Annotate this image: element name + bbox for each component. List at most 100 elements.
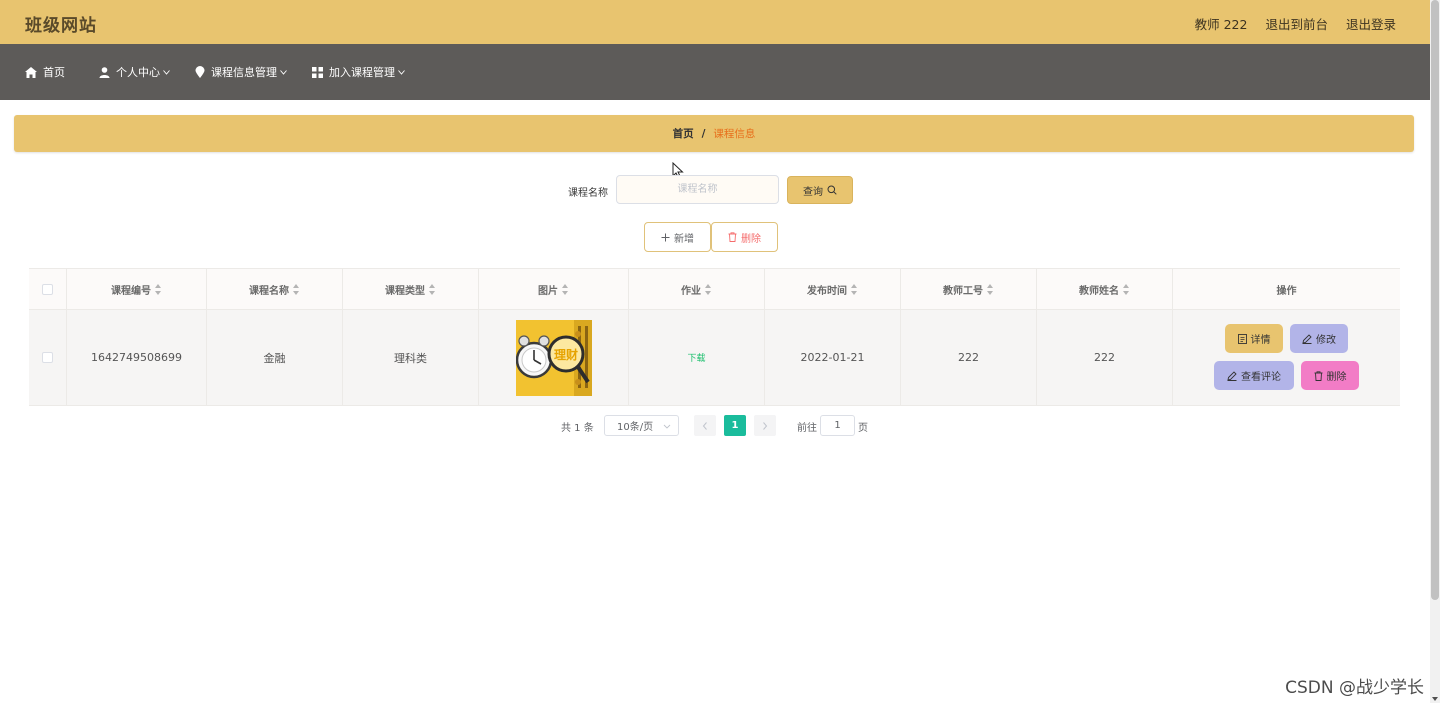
column-header-label: 操作 xyxy=(1276,285,1297,297)
sort-icon[interactable] xyxy=(851,283,858,295)
goto-page-input[interactable] xyxy=(820,415,855,436)
sort-icon[interactable] xyxy=(1123,283,1130,295)
bulk-delete-button[interactable]: 删除 xyxy=(711,222,778,252)
sort-icon[interactable] xyxy=(562,283,569,295)
page: 班级网站 教师 222 退出到前台 退出登录 首页 个人中心 课程信息管理 加入… xyxy=(0,0,1440,703)
detail-button-label: 详情 xyxy=(1250,335,1271,346)
cell-homework: 下载 xyxy=(629,310,765,405)
column-header-course-name[interactable]: 课程名称 xyxy=(207,269,343,309)
scroll-down-arrow-icon[interactable] xyxy=(1432,697,1438,701)
column-header-teacher-id[interactable]: 教师工号 xyxy=(901,269,1037,309)
sort-icon[interactable] xyxy=(293,283,300,295)
nav-item-home[interactable]: 首页 xyxy=(25,64,65,80)
trash-icon xyxy=(1314,370,1322,381)
cell-course-id: 1642749508699 xyxy=(67,310,207,405)
cell-course-name: 金融 xyxy=(207,310,343,405)
sort-icon[interactable] xyxy=(987,283,994,295)
cell-image: 理财 xyxy=(479,310,629,405)
next-page-button[interactable] xyxy=(754,415,776,436)
column-header-label: 课程编号 xyxy=(111,285,151,297)
search-button-label: 查询 xyxy=(803,186,823,198)
pin-icon xyxy=(195,66,205,78)
watermark-text: CSDN @战少学长 xyxy=(1285,678,1424,698)
column-header-label: 教师工号 xyxy=(943,285,983,297)
nav-item-course-info[interactable]: 课程信息管理 xyxy=(195,64,287,80)
column-header-homework[interactable]: 作业 xyxy=(629,269,765,309)
goto-label: 前往 xyxy=(797,423,817,434)
column-header-operations: 操作 xyxy=(1173,269,1400,309)
edit-button[interactable]: 修改 xyxy=(1290,324,1348,353)
search-button[interactable]: 查询 xyxy=(787,176,853,204)
select-all-checkbox[interactable] xyxy=(42,283,53,295)
view-comments-label: 查看评论 xyxy=(1241,372,1281,383)
cell-teacher-id: 222 xyxy=(901,310,1037,405)
homework-download-link[interactable]: 下载 xyxy=(687,351,705,364)
bulk-delete-label: 删除 xyxy=(741,233,761,245)
breadcrumb-separator: / xyxy=(701,127,706,140)
row-checkbox[interactable] xyxy=(42,352,53,363)
page-size-select[interactable]: 10条/页 xyxy=(604,415,679,436)
scrollbar-thumb[interactable] xyxy=(1431,0,1439,600)
row-delete-button[interactable]: 删除 xyxy=(1301,361,1359,390)
nav-item-personal-center[interactable]: 个人中心 xyxy=(99,64,170,80)
column-header-image[interactable]: 图片 xyxy=(479,269,629,309)
chevron-down-icon xyxy=(398,69,405,75)
user-icon xyxy=(99,66,110,78)
cell-teacher-name: 222 xyxy=(1037,310,1173,405)
column-header-label: 课程类型 xyxy=(385,285,425,297)
edit-button-label: 修改 xyxy=(1316,335,1336,346)
course-thumbnail-image[interactable]: 理财 xyxy=(515,319,592,396)
site-title: 班级网站 xyxy=(25,16,97,36)
course-name-search-input[interactable] xyxy=(616,175,779,204)
breadcrumb-home[interactable]: 首页 xyxy=(673,126,694,141)
detail-button[interactable]: 详情 xyxy=(1225,324,1283,353)
nav-item-label: 课程信息管理 xyxy=(211,66,277,79)
column-header-teacher-name[interactable]: 教师姓名 xyxy=(1037,269,1173,309)
page-size-value: 10条/页 xyxy=(617,422,654,433)
thumbnail-text: 理财 xyxy=(553,347,577,362)
cell-publish-date: 2022-01-21 xyxy=(765,310,901,405)
prev-page-button[interactable] xyxy=(694,415,716,436)
current-user-label[interactable]: 教师 222 xyxy=(1195,14,1248,33)
main-nav: 首页 个人中心 课程信息管理 加入课程管理 xyxy=(0,44,1430,100)
chevron-left-icon xyxy=(702,421,707,430)
logout-link[interactable]: 退出登录 xyxy=(1346,14,1396,33)
column-header-course-type[interactable]: 课程类型 xyxy=(343,269,479,309)
page-suffix-label: 页 xyxy=(858,423,868,434)
top-links: 教师 222 退出到前台 退出登录 xyxy=(1195,14,1396,33)
view-comments-button[interactable]: 查看评论 xyxy=(1214,361,1294,390)
back-to-front-link[interactable]: 退出到前台 xyxy=(1265,14,1328,33)
chevron-down-icon xyxy=(280,69,287,75)
trash-icon xyxy=(728,232,737,242)
document-icon xyxy=(1237,333,1247,344)
nav-item-label: 首页 xyxy=(43,66,65,79)
nav-item-join-course[interactable]: 加入课程管理 xyxy=(312,64,405,80)
add-button-label: 新增 xyxy=(674,233,694,245)
column-header-course-id[interactable]: 课程编号 xyxy=(67,269,207,309)
breadcrumb: 首页 / 课程信息 xyxy=(14,115,1414,152)
plus-icon xyxy=(661,233,670,241)
pagination-total: 共 1 条 xyxy=(561,423,594,434)
edit-icon xyxy=(1227,370,1237,381)
breadcrumb-current: 课程信息 xyxy=(713,128,756,140)
page-number-current[interactable]: 1 xyxy=(724,415,746,436)
table-row: 1642749508699 金融 理科类 理财 下载 2022-01-21 22… xyxy=(29,310,1400,406)
column-header-label: 图片 xyxy=(538,285,558,297)
nav-item-label: 加入课程管理 xyxy=(329,66,395,79)
sort-icon[interactable] xyxy=(155,283,162,295)
sort-icon[interactable] xyxy=(429,283,436,295)
row-delete-label: 删除 xyxy=(1326,372,1347,383)
row-select-cell xyxy=(29,310,67,405)
column-header-publish-time[interactable]: 发布时间 xyxy=(765,269,901,309)
edit-icon xyxy=(1302,333,1312,344)
column-header-label: 教师姓名 xyxy=(1079,285,1119,297)
sort-icon[interactable] xyxy=(705,283,712,295)
vertical-scrollbar[interactable] xyxy=(1430,0,1440,703)
column-header-label: 课程名称 xyxy=(249,285,289,297)
search-icon xyxy=(827,185,837,195)
table-header: 课程编号 课程名称 课程类型 图片 作业 发布时间 教师工号 教师姓名 操作 xyxy=(29,268,1400,310)
grid-icon xyxy=(312,66,323,78)
cell-course-type: 理科类 xyxy=(343,310,479,405)
add-button[interactable]: 新增 xyxy=(644,222,711,252)
nav-item-label: 个人中心 xyxy=(116,66,160,79)
